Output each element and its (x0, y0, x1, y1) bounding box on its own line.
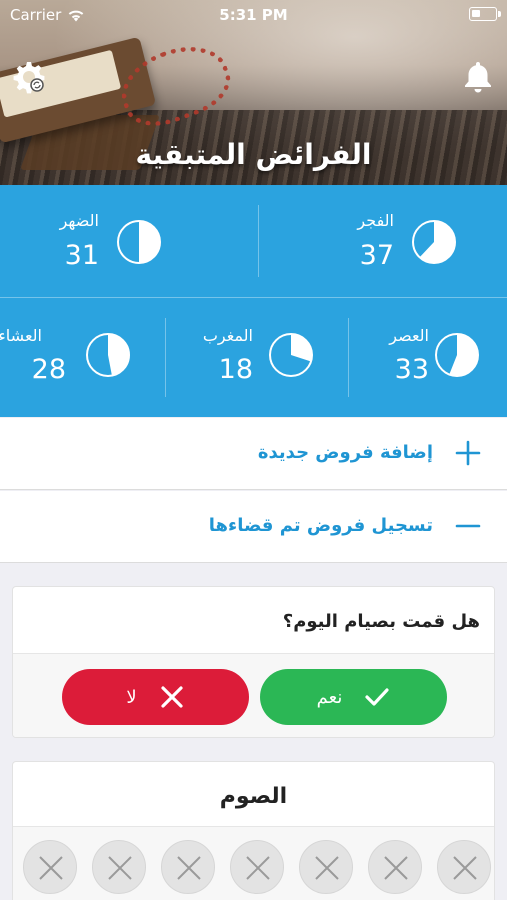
battery-icon (469, 7, 501, 21)
asr-progress-pie-icon (435, 333, 479, 377)
isha-progress-pie-icon (86, 333, 130, 377)
plus-icon (455, 440, 481, 466)
fasting-tracker-card: الصوم (12, 761, 495, 900)
record-completed-prayers-button[interactable]: تسجيل فروض تم قضاءها (0, 491, 507, 563)
fasting-day-marker[interactable] (437, 840, 491, 894)
yes-button[interactable]: نعم (260, 669, 447, 725)
stats-row-1: الضهر 31 الفجر 37 (0, 185, 507, 298)
pie-filled-slice (139, 221, 160, 263)
add-new-prayers-button[interactable]: إضافة فروض جديدة (0, 418, 507, 490)
stat-count: 28 (31, 354, 66, 385)
yes-button-label: نعم (316, 686, 343, 708)
dhuhr-progress-pie-icon (117, 220, 161, 264)
status-time: 5:31 PM (219, 6, 288, 24)
stat-asr[interactable]: العصر 33 (338, 298, 507, 417)
checkmark-icon (365, 688, 389, 706)
stat-label: الفجر (357, 211, 394, 230)
stat-label: العشاء (0, 326, 42, 345)
record-completed-prayers-label: تسجيل فروض تم قضاءها (208, 515, 433, 536)
pie-filled-slice (108, 334, 129, 376)
x-mark-icon (384, 856, 408, 880)
status-bar: Carrier 5:31 PM (0, 0, 507, 30)
x-mark-icon (453, 856, 477, 880)
fasting-day-marker[interactable] (92, 840, 146, 894)
remaining-prayers-panel: الضهر 31 الفجر 37 العشاء 28 المغرب 18 ال… (0, 185, 507, 417)
x-mark-icon (108, 856, 132, 880)
fasting-question-text: هل قمت بصيام اليوم؟ (282, 611, 480, 632)
fajr-progress-pie-icon (412, 220, 456, 264)
fasting-day-marker[interactable] (230, 840, 284, 894)
fasting-title: الصوم (219, 784, 288, 809)
stats-row-2: العشاء 28 المغرب 18 العصر 33 (0, 298, 507, 417)
close-x-icon (161, 686, 183, 708)
stat-label: الضهر (59, 211, 99, 230)
pie-filled-slice (291, 334, 312, 362)
no-button-label: لا (126, 686, 137, 708)
x-mark-icon (39, 856, 63, 880)
stat-count: 33 (394, 354, 429, 385)
stat-count: 37 (359, 240, 394, 271)
maghrib-progress-pie-icon (269, 333, 313, 377)
fasting-question-card: هل قمت بصيام اليوم؟ لا نعم (12, 586, 495, 738)
page-title: الفرائض المتبقية (135, 138, 372, 171)
stat-fajr[interactable]: الفجر 37 (253, 185, 506, 297)
fasting-day-marker[interactable] (368, 840, 422, 894)
x-mark-icon (177, 856, 201, 880)
stat-count: 18 (218, 354, 253, 385)
fasting-day-marker[interactable] (23, 840, 77, 894)
fasting-day-marker[interactable] (299, 840, 353, 894)
settings-gear-icon[interactable] (12, 60, 46, 94)
stat-count: 31 (64, 240, 99, 271)
x-mark-icon (315, 856, 339, 880)
add-new-prayers-label: إضافة فروض جديدة (257, 442, 433, 463)
stat-isha[interactable]: العشاء 28 (0, 298, 169, 417)
stat-dhuhr[interactable]: الضهر 31 (0, 185, 253, 297)
stat-label: العصر (389, 326, 429, 345)
stat-maghrib[interactable]: المغرب 18 (169, 298, 338, 417)
x-mark-icon (246, 856, 270, 880)
no-button[interactable]: لا (62, 669, 249, 725)
fasting-day-marker[interactable] (161, 840, 215, 894)
minus-icon (455, 524, 481, 528)
pie-filled-slice (449, 334, 478, 376)
notifications-bell-icon[interactable] (463, 60, 493, 94)
stat-label: المغرب (202, 326, 253, 345)
